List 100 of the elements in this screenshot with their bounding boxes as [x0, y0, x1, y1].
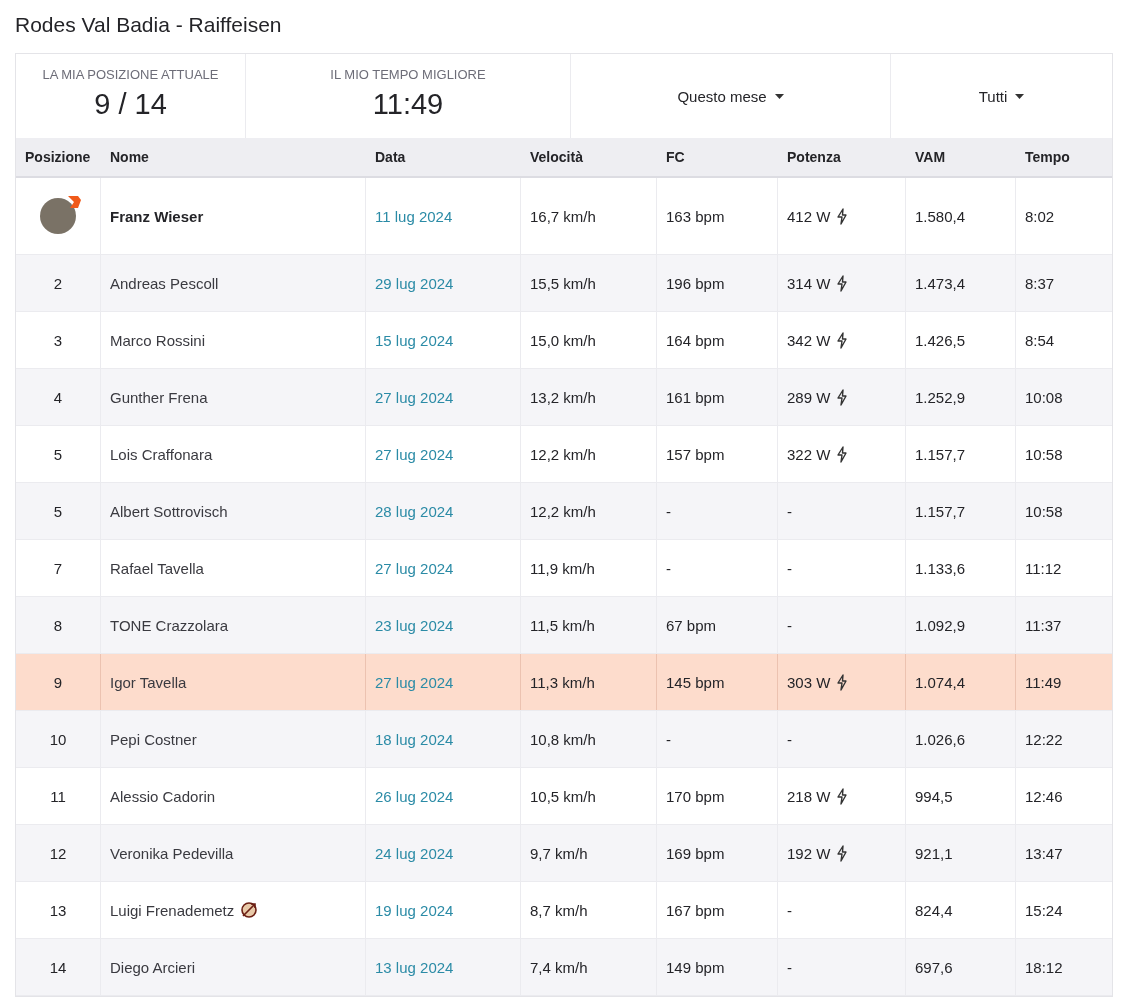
vam-text: 994,5: [915, 787, 953, 805]
activity-date-link[interactable]: 29 lug 2024: [375, 274, 454, 292]
rank-text: 7: [53, 559, 63, 577]
leaderboard-row[interactable]: 12 Veronika Pedevilla 24 lug 2024 9,7 km/h 169 bpm 192 W 921,1 13:47: [16, 825, 1112, 882]
heart-rate-text: 196 bpm: [666, 274, 725, 292]
athlete-name[interactable]: Alessio Cadorin: [110, 787, 216, 805]
athlete-name[interactable]: Pepi Costner: [110, 730, 197, 748]
speed-text: 8,7 km/h: [530, 901, 588, 919]
leaderboard-row[interactable]: 4 Gunther Frena 27 lug 2024 13,2 km/h 161 bpm 289 W 1.252,9 10:08: [16, 369, 1112, 426]
power-text: -: [787, 616, 792, 634]
leaderboard-row[interactable]: 14 Diego Arcieri 13 lug 2024 7,4 km/h 149 bpm - 697,6 18:12: [16, 939, 1112, 996]
activity-date-link[interactable]: 28 lug 2024: [375, 502, 454, 520]
power-text: -: [787, 958, 792, 976]
rank-text: 11: [50, 787, 66, 805]
speed-text: 12,2 km/h: [530, 445, 596, 463]
vam-text: 1.026,6: [915, 730, 966, 748]
speed-text: 9,7 km/h: [530, 844, 588, 862]
vam-text: 1.157,7: [915, 502, 966, 520]
lightning-icon: [836, 445, 849, 463]
filter-dropdown[interactable]: Tutti: [972, 83, 1031, 109]
activity-date-link[interactable]: 27 lug 2024: [375, 388, 454, 406]
athlete-name[interactable]: Veronika Pedevilla: [110, 844, 234, 862]
time-text: 8:37: [1025, 274, 1055, 292]
lightning-icon: [836, 673, 849, 691]
leaderboard-row[interactable]: 7 Rafael Tavella 27 lug 2024 11,9 km/h - - 1.133,6 11:12: [16, 540, 1112, 597]
athlete-name[interactable]: Luigi Frenademetz: [110, 901, 235, 919]
speed-text: 10,5 km/h: [530, 787, 596, 805]
lightning-icon: [836, 331, 849, 349]
heart-rate-text: 161 bpm: [666, 388, 725, 406]
athlete-name[interactable]: Marco Rossini: [110, 331, 206, 349]
time-text: 10:08: [1025, 388, 1063, 406]
speed-text: 11,9 km/h: [530, 559, 595, 577]
leaderboard-row[interactable]: 5 Albert Sottrovisch 28 lug 2024 12,2 km/h - - 1.157,7 10:58: [16, 483, 1112, 540]
power-text: 412 W: [787, 207, 831, 225]
leaderboard-row[interactable]: 11 Alessio Cadorin 26 lug 2024 10,5 km/h 170 bpm 218 W 994,5 12:46: [16, 768, 1112, 825]
rank-text: 13: [49, 901, 67, 919]
vam-text: 1.157,7: [915, 445, 966, 463]
leaderboard-row[interactable]: 3 Marco Rossini 15 lug 2024 15,0 km/h 164 bpm 342 W 1.426,5 8:54: [16, 312, 1112, 369]
column-header[interactable]: Data: [366, 138, 521, 176]
heart-rate-text: 157 bpm: [666, 445, 725, 463]
column-header[interactable]: FC: [657, 138, 778, 176]
column-header[interactable]: Velocità: [521, 138, 657, 176]
leaderboard-row[interactable]: 9 Igor Tavella 27 lug 2024 11,3 km/h 145 bpm 303 W 1.074,4 11:49: [16, 654, 1112, 711]
activity-date-link[interactable]: 13 lug 2024: [375, 958, 454, 976]
activity-date-link[interactable]: 15 lug 2024: [375, 331, 454, 349]
caret-icon: [1015, 93, 1025, 99]
athlete-name[interactable]: Rafael Tavella: [110, 559, 204, 577]
column-header[interactable]: Potenza: [778, 138, 906, 176]
athlete-name[interactable]: Albert Sottrovisch: [110, 502, 228, 520]
leaderboard-row[interactable]: 5 Lois Craffonara 27 lug 2024 12,2 km/h 157 bpm 322 W 1.157,7 10:58: [16, 426, 1112, 483]
power-text: 342 W: [787, 331, 831, 349]
lightning-icon: [836, 274, 849, 292]
lightning-icon: [836, 787, 849, 805]
rank-text: 14: [49, 958, 67, 976]
vam-text: 921,1: [915, 844, 953, 862]
activity-date-link[interactable]: 19 lug 2024: [375, 901, 454, 919]
column-header[interactable]: VAM: [906, 138, 1016, 176]
stat-label: LA MIA POSIZIONE ATTUALE: [42, 67, 219, 83]
power-text: 314 W: [787, 274, 831, 292]
column-header[interactable]: Nome: [101, 138, 366, 176]
caret-icon: [774, 93, 784, 99]
activity-date-link[interactable]: 26 lug 2024: [375, 787, 454, 805]
power-text: -: [787, 502, 792, 520]
leaderboard-row[interactable]: 10 Pepi Costner 18 lug 2024 10,8 km/h - - 1.026,6 12:22: [16, 711, 1112, 768]
rank-text: 8: [53, 616, 63, 634]
rank-text: 5: [53, 445, 63, 463]
athlete-name[interactable]: TONE Crazzolara: [110, 616, 229, 634]
leaderboard-row[interactable]: Franz Wieser 11 lug 2024 16,7 km/h 163 bpm 412 W 1.580,4 8:02: [16, 178, 1112, 255]
athlete-name[interactable]: Franz Wieser: [110, 207, 204, 225]
athlete-name[interactable]: Lois Craffonara: [110, 445, 213, 463]
time-text: 11:37: [1025, 616, 1062, 634]
athlete-name[interactable]: Diego Arcieri: [110, 958, 196, 976]
column-header[interactable]: Tempo: [1016, 138, 1112, 176]
activity-date-link[interactable]: 11 lug 2024: [375, 207, 453, 225]
activity-date-link[interactable]: 27 lug 2024: [375, 559, 454, 577]
athlete-name[interactable]: Andreas Pescoll: [110, 274, 219, 292]
athlete-name[interactable]: Gunther Frena: [110, 388, 208, 406]
leaderboard-row[interactable]: 2 Andreas Pescoll 29 lug 2024 15,5 km/h 196 bpm 314 W 1.473,4 8:37: [16, 255, 1112, 312]
filter-dropdown[interactable]: Questo mese: [671, 83, 790, 109]
leaderboard-row[interactable]: 13 Luigi Frenademetz 19 lug 2024 8,7 km/h 167 bpm - 824,4 15:24: [16, 882, 1112, 939]
speed-text: 15,0 km/h: [530, 331, 596, 349]
leaderboard-row[interactable]: 8 TONE Crazzolara 23 lug 2024 11,5 km/h 67 bpm - 1.092,9 11:37: [16, 597, 1112, 654]
heart-rate-text: 145 bpm: [666, 673, 725, 691]
power-text: 303 W: [787, 673, 831, 691]
athlete-name[interactable]: Igor Tavella: [110, 673, 187, 691]
heart-rate-text: -: [666, 502, 671, 520]
activity-date-link[interactable]: 27 lug 2024: [375, 445, 454, 463]
vam-text: 1.426,5: [915, 331, 966, 349]
speed-text: 12,2 km/h: [530, 502, 596, 520]
activity-date-link[interactable]: 23 lug 2024: [375, 616, 454, 634]
stat-value: 9 / 14: [94, 87, 167, 122]
vam-text: 824,4: [915, 901, 953, 919]
activity-date-link[interactable]: 18 lug 2024: [375, 730, 454, 748]
vam-text: 1.074,4: [915, 673, 966, 691]
power-text: -: [787, 901, 792, 919]
activity-date-link[interactable]: 24 lug 2024: [375, 844, 454, 862]
heart-rate-text: 164 bpm: [666, 331, 725, 349]
speed-text: 10,8 km/h: [530, 730, 596, 748]
column-header[interactable]: Posizione: [16, 138, 101, 176]
time-text: 10:58: [1025, 445, 1063, 463]
